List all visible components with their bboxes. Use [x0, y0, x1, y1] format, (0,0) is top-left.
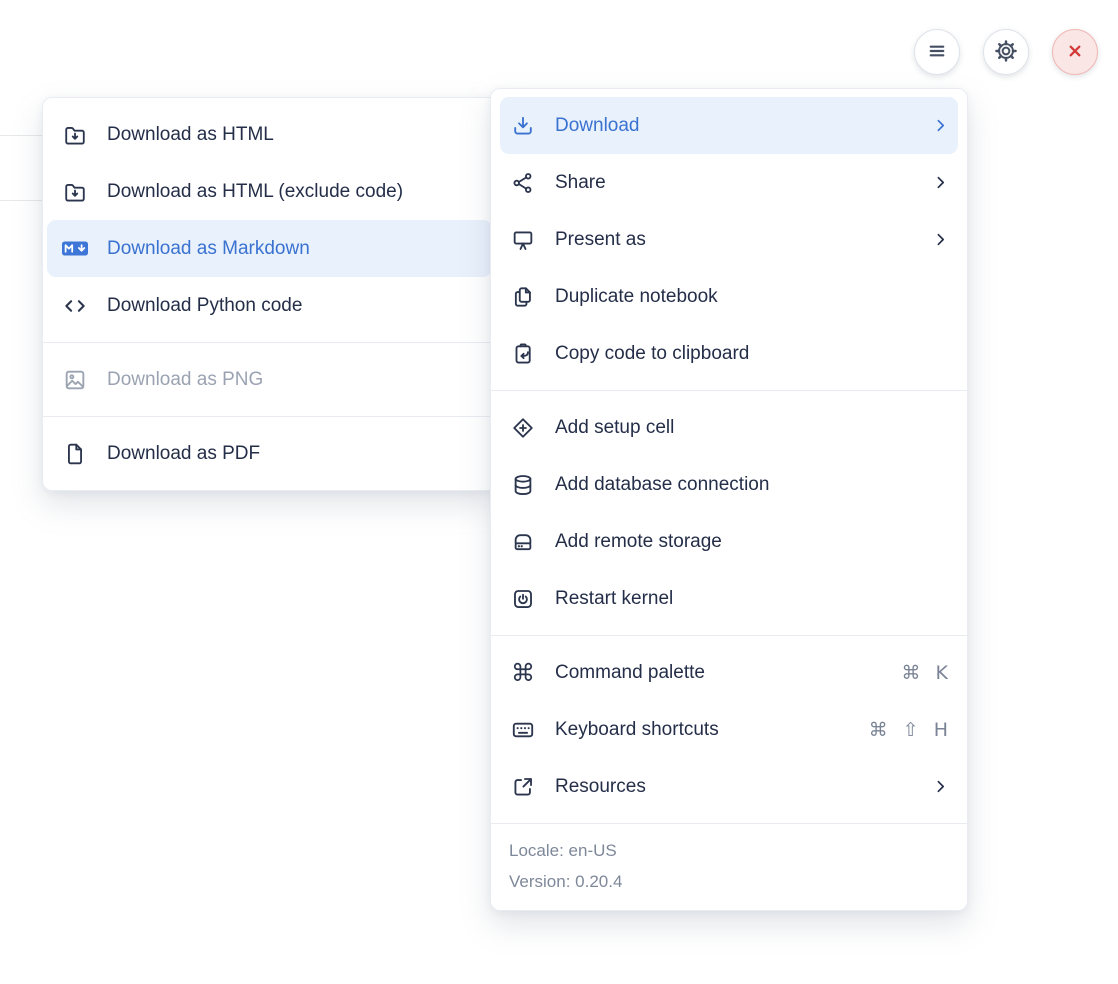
menu-item-duplicate-notebook[interactable]: Duplicate notebook — [491, 268, 967, 325]
chevron-right-icon — [932, 174, 949, 191]
gear-icon — [993, 38, 1019, 67]
menu-item-label: Download — [555, 115, 914, 137]
download-icon — [509, 113, 537, 139]
window-controls — [914, 29, 1098, 75]
menu-item-label: Duplicate notebook — [555, 286, 949, 308]
menu-item-download-as-html[interactable]: Download as HTML — [43, 106, 496, 163]
menu-item-label: Resources — [555, 776, 914, 798]
external-link-icon — [509, 774, 537, 800]
code-icon — [61, 293, 89, 319]
menu-item-label: Copy code to clipboard — [555, 343, 949, 365]
folder-download-icon — [61, 122, 89, 148]
submenu-group: Download as PNG — [43, 342, 496, 416]
menu-item-add-database-connection[interactable]: Add database connection — [491, 456, 967, 513]
locale-text: Locale: en-US — [509, 835, 949, 866]
image-icon — [61, 367, 89, 393]
storage-icon — [509, 529, 537, 555]
menu-item-present-as[interactable]: Present as — [491, 211, 967, 268]
menu-item-add-remote-storage[interactable]: Add remote storage — [491, 513, 967, 570]
share-icon — [509, 170, 537, 196]
menu-item-share[interactable]: Share — [491, 154, 967, 211]
chevron-right-icon — [932, 778, 949, 795]
menu-item-download-as-markdown[interactable]: Download as Markdown — [47, 220, 492, 277]
menu-item-copy-code-to-clipboard[interactable]: Copy code to clipboard — [491, 325, 967, 382]
menu-item-label: Add setup cell — [555, 417, 949, 439]
background-rule — [0, 200, 42, 201]
clipboard-arrow-icon — [509, 341, 537, 367]
menu-item-restart-kernel[interactable]: Restart kernel — [491, 570, 967, 627]
menu-group: Download Share Present as Duplicate noteboo… — [491, 89, 967, 390]
submenu-group: Download as HTML Download as HTML (exclud… — [43, 98, 496, 342]
menu-footer: Locale: en-US Version: 0.20.4 — [491, 823, 967, 910]
menu-group: ⌘ Command palette ⌘ K Keyboard shortcuts ⌘ ⇧… — [491, 635, 967, 823]
main-menu: Download Share Present as Duplicate noteboo… — [490, 88, 968, 911]
menu-item-label: Download as HTML — [107, 124, 478, 146]
menu-item-label: Download as PNG — [107, 369, 478, 391]
menu-item-label: Command palette — [555, 662, 884, 684]
menu-item-resources[interactable]: Resources — [491, 758, 967, 815]
menu-button[interactable] — [914, 29, 960, 75]
chevron-right-icon — [932, 117, 949, 134]
download-submenu: Download as HTML Download as HTML (exclud… — [42, 97, 497, 491]
submenu-group: Download as PDF — [43, 416, 496, 490]
menu-group: Add setup cell Add database connection Add… — [491, 390, 967, 635]
menu-item-download-as-pdf[interactable]: Download as PDF — [43, 425, 496, 482]
menu-item-download[interactable]: Download — [500, 97, 958, 154]
file-icon — [61, 441, 89, 467]
shortcut-hint: ⌘ ⇧ H — [869, 719, 949, 741]
menu-item-add-setup-cell[interactable]: Add setup cell — [491, 399, 967, 456]
menu-item-label: Download as HTML (exclude code) — [107, 181, 478, 203]
menu-item-label: Keyboard shortcuts — [555, 719, 851, 741]
background-rule — [0, 135, 42, 136]
close-icon — [1062, 38, 1088, 67]
chevron-right-icon — [932, 231, 949, 248]
markdown-icon — [61, 236, 89, 261]
menu-item-label: Add remote storage — [555, 531, 949, 553]
hamburger-icon — [924, 38, 950, 67]
close-button[interactable] — [1052, 29, 1098, 75]
menu-item-command-palette[interactable]: ⌘ Command palette ⌘ K — [491, 644, 967, 701]
menu-item-download-as-png: Download as PNG — [43, 351, 496, 408]
menu-item-label: Add database connection — [555, 474, 949, 496]
menu-item-download-as-html-exclude-code[interactable]: Download as HTML (exclude code) — [43, 163, 496, 220]
power-icon — [509, 586, 537, 612]
menu-item-keyboard-shortcuts[interactable]: Keyboard shortcuts ⌘ ⇧ H — [491, 701, 967, 758]
database-icon — [509, 472, 537, 498]
menu-item-label: Download as Markdown — [107, 238, 478, 260]
duplicate-icon — [509, 284, 537, 310]
settings-button[interactable] — [983, 29, 1029, 75]
diamond-plus-icon — [509, 415, 537, 441]
menu-item-label: Download Python code — [107, 295, 478, 317]
command-icon: ⌘ — [509, 661, 537, 685]
folder-download-icon — [61, 179, 89, 205]
version-text: Version: 0.20.4 — [509, 866, 949, 897]
keyboard-icon — [509, 717, 537, 743]
present-icon — [509, 227, 537, 253]
menu-item-label: Restart kernel — [555, 588, 949, 610]
menu-item-label: Share — [555, 172, 914, 194]
menu-item-label: Present as — [555, 229, 914, 251]
menu-item-download-python-code[interactable]: Download Python code — [43, 277, 496, 334]
shortcut-hint: ⌘ K — [902, 662, 950, 684]
menu-item-label: Download as PDF — [107, 443, 478, 465]
